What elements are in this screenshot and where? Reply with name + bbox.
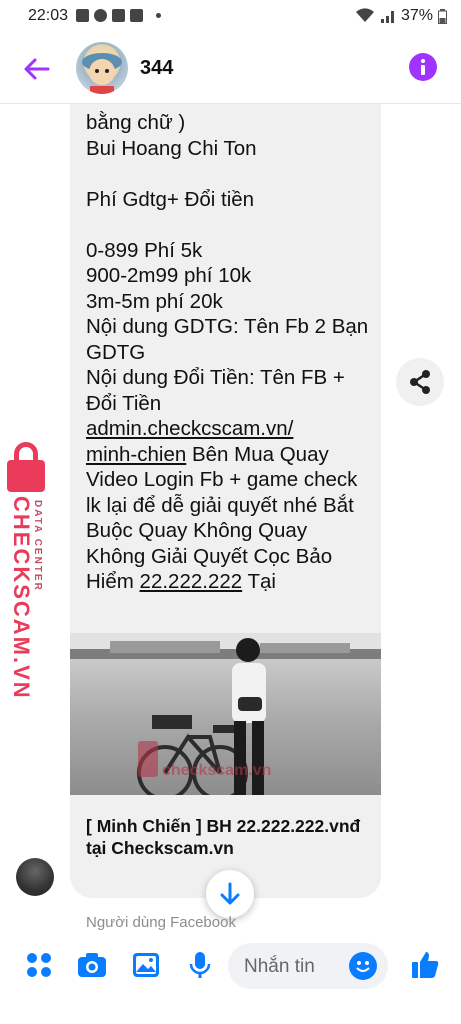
message-input-placeholder: Nhắn tin — [244, 956, 315, 977]
message-input[interactable]: Nhắn tin — [228, 943, 388, 989]
watermark-title: CHECKSCAM.VN — [9, 496, 34, 700]
photo-scene: checkscam.vn — [70, 633, 381, 795]
status-time: 22:03 — [28, 7, 69, 24]
message-link-amount[interactable]: 22.222.222 — [140, 570, 243, 593]
back-button[interactable] — [22, 54, 52, 84]
sender-note: Người dùng Facebook — [86, 914, 236, 931]
emoji-icon — [356, 961, 370, 972]
wifi-icon — [355, 8, 374, 22]
signal-icon — [380, 11, 394, 23]
image-icon — [133, 953, 159, 977]
more-notifications-icon — [156, 13, 161, 18]
info-icon — [421, 59, 425, 75]
checkscam-watermark: CHECKSCAM.VN DATA CENTER — [0, 442, 52, 700]
messenger-notification-icon — [94, 9, 107, 22]
share-button[interactable] — [396, 358, 444, 406]
link-preview-caption[interactable]: [ Minh Chiến ] BH 22.222.222.vnđ tại Che… — [86, 815, 371, 859]
battery-icon — [438, 8, 447, 24]
camera-button[interactable] — [77, 950, 107, 980]
message-composer: Nhắn tin — [0, 934, 461, 1024]
gallery-notification-icon — [112, 9, 125, 22]
message-photo[interactable]: checkscam.vn — [70, 633, 381, 795]
photo-watermark-text: checkscam.vn — [162, 762, 271, 779]
like-button[interactable] — [410, 950, 440, 980]
gallery-notification-icon — [76, 9, 89, 22]
message-bubble[interactable]: bằng chữ ) Bui Hoang Chi Ton Phí Gdtg+ Đ… — [70, 80, 381, 898]
back-arrow-icon — [24, 58, 50, 80]
avatar-image — [82, 53, 122, 94]
grid-dots-icon — [27, 953, 51, 977]
more-actions-button[interactable] — [24, 950, 54, 980]
watermark-subtitle: DATA CENTER — [32, 500, 43, 592]
wallet-notification-icon — [130, 9, 143, 22]
microphone-icon — [189, 952, 211, 978]
contact-name[interactable]: 344 — [140, 57, 173, 80]
sender-avatar[interactable] — [16, 858, 54, 896]
gallery-button[interactable] — [131, 950, 161, 980]
share-icon — [410, 370, 430, 394]
battery-percent: 37% — [400, 7, 433, 24]
emoji-button[interactable] — [349, 952, 377, 980]
info-button[interactable] — [409, 53, 437, 81]
scroll-to-bottom-button[interactable] — [206, 870, 254, 918]
contact-avatar[interactable] — [76, 42, 128, 94]
lock-icon — [7, 460, 45, 492]
arrow-down-icon — [220, 882, 240, 905]
conversation-header: 344 — [0, 34, 461, 104]
thumbs-up-icon — [412, 952, 439, 978]
status-bar: 22:03 37% — [0, 0, 461, 34]
message-text: bằng chữ ) Bui Hoang Chi Ton Phí Gdtg+ Đ… — [86, 111, 369, 593]
camera-icon — [78, 953, 106, 977]
voice-button[interactable] — [185, 950, 215, 980]
